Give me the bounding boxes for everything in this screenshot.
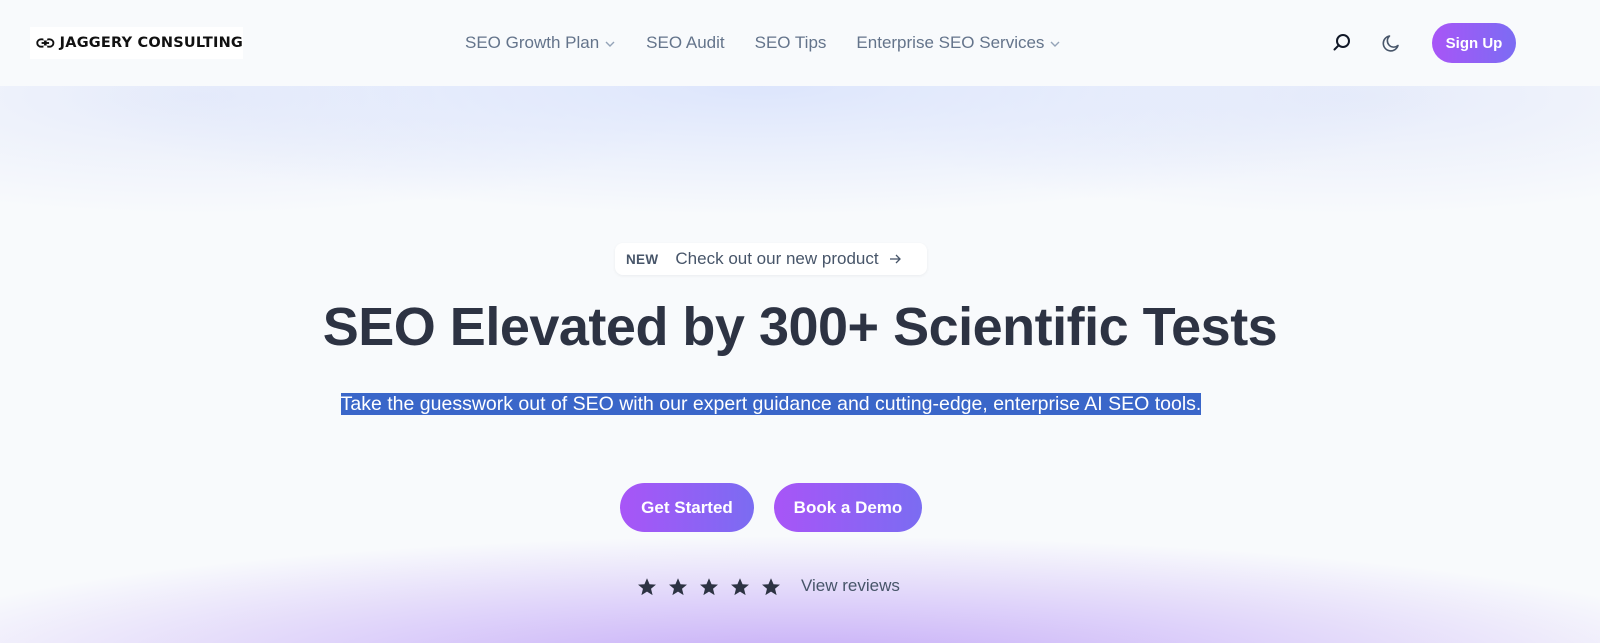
book-demo-button[interactable]: Book a Demo <box>774 483 922 532</box>
main-nav: SEO Growth Plan SEO Audit SEO Tips Enter… <box>465 31 1091 55</box>
brand-logo[interactable]: JAGGERY CONSULTING <box>30 27 243 59</box>
hero-background <box>0 86 1600 643</box>
star-icon <box>762 578 780 596</box>
new-product-badge[interactable]: NEW Check out our new product <box>615 243 927 275</box>
nav-item-seo-growth-plan[interactable]: SEO Growth Plan <box>465 33 616 53</box>
nav-item-seo-audit[interactable]: SEO Audit <box>646 33 724 53</box>
rating-stars <box>636 576 791 598</box>
moon-icon[interactable] <box>1379 31 1403 55</box>
arrow-right-icon <box>889 254 901 264</box>
nav-item-label: SEO Growth Plan <box>465 33 600 52</box>
brand-name: JAGGERY CONSULTING <box>59 35 243 51</box>
nav-item-label: SEO Audit <box>646 33 725 52</box>
badge-text: Check out our new product <box>675 249 879 268</box>
nav-item-enterprise-seo-services[interactable]: Enterprise SEO Services <box>856 33 1061 53</box>
view-reviews-link[interactable]: View reviews <box>801 576 900 596</box>
link-icon <box>36 38 55 48</box>
search-icon[interactable] <box>1330 31 1354 55</box>
nav-item-label: SEO Tips <box>754 33 827 52</box>
chevron-down-icon <box>605 41 615 47</box>
nav-item-label: Enterprise SEO Services <box>856 33 1045 52</box>
star-icon <box>669 578 687 596</box>
hero-subtitle: Take the guesswork out of SEO with our e… <box>339 390 1203 419</box>
hero-title: SEO Elevated by 300+ Scientific Tests <box>322 297 1278 357</box>
star-icon <box>700 578 718 596</box>
site-header: JAGGERY CONSULTING SEO Growth Plan SEO A… <box>0 0 1600 86</box>
badge-tag: NEW <box>626 251 659 267</box>
nav-item-seo-tips[interactable]: SEO Tips <box>755 33 827 53</box>
get-started-button[interactable]: Get Started <box>620 483 754 532</box>
sign-up-button[interactable]: Sign Up <box>1432 23 1516 63</box>
star-icon <box>731 578 749 596</box>
star-icon <box>638 578 656 596</box>
hero-subtitle-text: Take the guesswork out of SEO with our e… <box>340 393 1202 415</box>
chevron-down-icon <box>1050 41 1060 47</box>
